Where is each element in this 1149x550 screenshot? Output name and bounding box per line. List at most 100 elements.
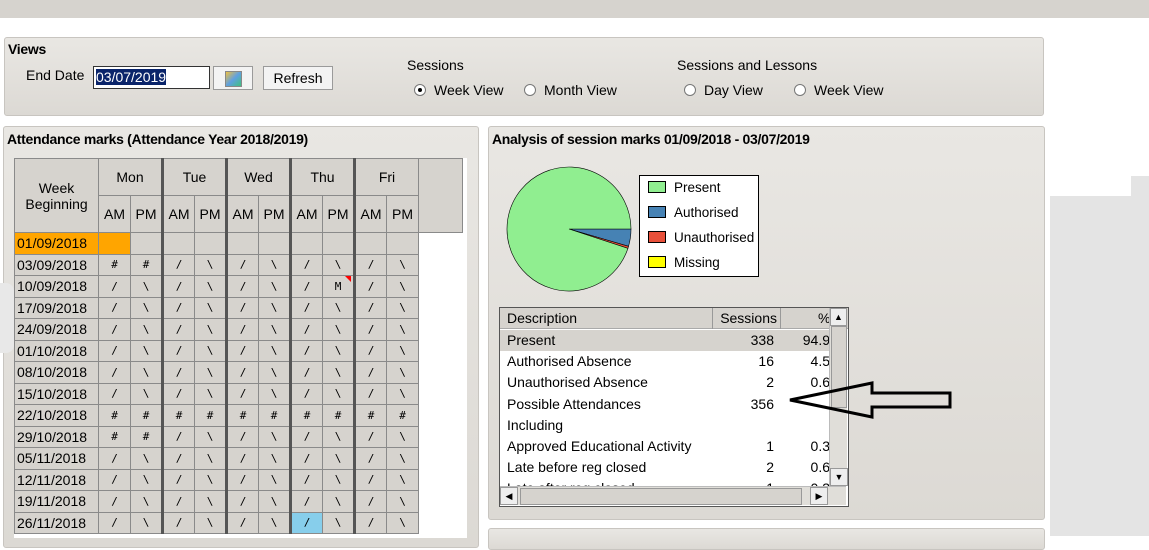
attendance-mark[interactable]: /	[289, 447, 323, 470]
attendance-mark[interactable]: \	[386, 339, 419, 362]
attendance-mark[interactable]: /	[161, 318, 195, 341]
attendance-mark[interactable]: \	[386, 253, 419, 276]
attendance-mark[interactable]: #	[130, 425, 163, 448]
attendance-mark[interactable]: \	[322, 382, 355, 405]
column-sessions[interactable]: Sessions	[712, 308, 781, 329]
scroll-down-icon[interactable]: ▼	[830, 468, 848, 486]
attendance-mark[interactable]: \	[386, 275, 419, 298]
attendance-mark[interactable]: /	[225, 382, 259, 405]
attendance-mark[interactable]: /	[98, 339, 131, 362]
attendance-mark[interactable]: \	[322, 296, 355, 319]
attendance-mark[interactable]: \	[258, 318, 291, 341]
attendance-mark[interactable]: \	[322, 468, 355, 491]
attendance-mark[interactable]: #	[386, 404, 419, 427]
week-date[interactable]: 26/11/2018	[14, 511, 99, 534]
attendance-mark[interactable]: #	[130, 404, 163, 427]
attendance-mark[interactable]: #	[98, 425, 131, 448]
attendance-mark[interactable]: /	[161, 425, 195, 448]
attendance-mark[interactable]	[194, 232, 227, 255]
attendance-mark[interactable]: \	[194, 296, 227, 319]
attendance-mark[interactable]: \	[258, 447, 291, 470]
attendance-mark[interactable]: \	[194, 318, 227, 341]
table-row[interactable]: Late before reg closed 2 0.6	[500, 457, 830, 478]
refresh-button[interactable]: Refresh	[263, 66, 333, 90]
attendance-mark[interactable]: /	[98, 511, 131, 534]
attendance-mark[interactable]: /	[289, 253, 323, 276]
attendance-mark[interactable]: /	[225, 318, 259, 341]
attendance-mark[interactable]: \	[322, 447, 355, 470]
attendance-mark[interactable]: /	[225, 425, 259, 448]
attendance-mark[interactable]: \	[258, 425, 291, 448]
attendance-mark[interactable]: /	[289, 296, 323, 319]
attendance-mark[interactable]	[161, 232, 195, 255]
attendance-mark[interactable]: /	[353, 275, 387, 298]
week-date[interactable]: 10/09/2018	[14, 275, 99, 298]
attendance-mark[interactable]: \	[322, 318, 355, 341]
attendance-mark[interactable]: #	[225, 404, 259, 427]
attendance-mark[interactable]: /	[98, 447, 131, 470]
attendance-mark[interactable]: /	[353, 318, 387, 341]
attendance-mark[interactable]: /	[98, 275, 131, 298]
attendance-mark[interactable]: \	[258, 339, 291, 362]
attendance-mark[interactable]: \	[322, 361, 355, 384]
attendance-mark[interactable]: #	[161, 404, 195, 427]
week-date[interactable]: 19/11/2018	[14, 490, 99, 513]
attendance-mark[interactable]: /	[289, 425, 323, 448]
attendance-mark[interactable]: /	[98, 468, 131, 491]
attendance-mark[interactable]: /	[289, 275, 323, 298]
attendance-mark[interactable]: /	[289, 382, 323, 405]
scroll-left-icon[interactable]: ◀	[500, 487, 518, 505]
attendance-mark[interactable]: /	[161, 382, 195, 405]
attendance-mark[interactable]: /	[353, 447, 387, 470]
attendance-mark[interactable]: /	[161, 275, 195, 298]
sessions-week-view-radio[interactable]: Week View	[414, 82, 504, 98]
attendance-mark[interactable]: /	[161, 339, 195, 362]
attendance-mark[interactable]: \	[130, 447, 163, 470]
attendance-mark[interactable]	[386, 232, 419, 255]
attendance-mark[interactable]: /	[353, 425, 387, 448]
lessons-week-view-radio[interactable]: Week View	[794, 82, 884, 98]
attendance-mark[interactable]: /	[225, 361, 259, 384]
attendance-mark[interactable]: /	[225, 468, 259, 491]
attendance-mark[interactable]: \	[322, 425, 355, 448]
attendance-mark[interactable]: /	[161, 490, 195, 513]
attendance-mark[interactable]: #	[258, 404, 291, 427]
attendance-mark[interactable]: /	[225, 447, 259, 470]
scroll-right-icon[interactable]: ▶	[810, 487, 828, 505]
attendance-mark[interactable]: \	[258, 490, 291, 513]
attendance-mark[interactable]: /	[353, 339, 387, 362]
attendance-mark[interactable]: \	[194, 468, 227, 491]
sessions-month-view-radio[interactable]: Month View	[524, 82, 617, 98]
attendance-mark[interactable]: \	[194, 339, 227, 362]
attendance-mark[interactable]: \	[130, 468, 163, 491]
attendance-mark[interactable]: \	[130, 361, 163, 384]
attendance-mark[interactable]: /	[353, 490, 387, 513]
attendance-mark[interactable]	[258, 232, 291, 255]
attendance-mark[interactable]: /	[289, 490, 323, 513]
attendance-mark[interactable]	[289, 232, 323, 255]
table-row[interactable]: Authorised Absence 16 4.5	[500, 351, 830, 372]
end-date-input[interactable]: 03/07/2019	[93, 66, 210, 89]
attendance-mark[interactable]: \	[322, 253, 355, 276]
attendance-mark[interactable]: #	[289, 404, 323, 427]
attendance-mark[interactable]: \	[258, 253, 291, 276]
attendance-mark[interactable]: #	[194, 404, 227, 427]
attendance-mark[interactable]: \	[386, 468, 419, 491]
attendance-mark[interactable]	[130, 232, 163, 255]
table-row[interactable]: Unauthorised Absence 2 0.6	[500, 372, 830, 393]
week-date[interactable]: 01/09/2018	[14, 232, 99, 255]
attendance-mark[interactable]: /	[225, 253, 259, 276]
attendance-mark[interactable]: \	[194, 361, 227, 384]
attendance-mark[interactable]: M	[322, 275, 355, 298]
week-date[interactable]: 15/10/2018	[14, 382, 99, 405]
attendance-mark[interactable]: /	[289, 339, 323, 362]
attendance-mark[interactable]: \	[386, 511, 419, 534]
attendance-mark[interactable]: \	[258, 296, 291, 319]
attendance-mark[interactable]: \	[386, 490, 419, 513]
attendance-mark[interactable]: \	[258, 275, 291, 298]
attendance-mark[interactable]: \	[130, 382, 163, 405]
attendance-mark[interactable]: /	[161, 296, 195, 319]
table-row[interactable]: Possible Attendances 356	[500, 394, 830, 415]
attendance-mark[interactable]: #	[98, 404, 131, 427]
attendance-mark[interactable]: /	[98, 296, 131, 319]
